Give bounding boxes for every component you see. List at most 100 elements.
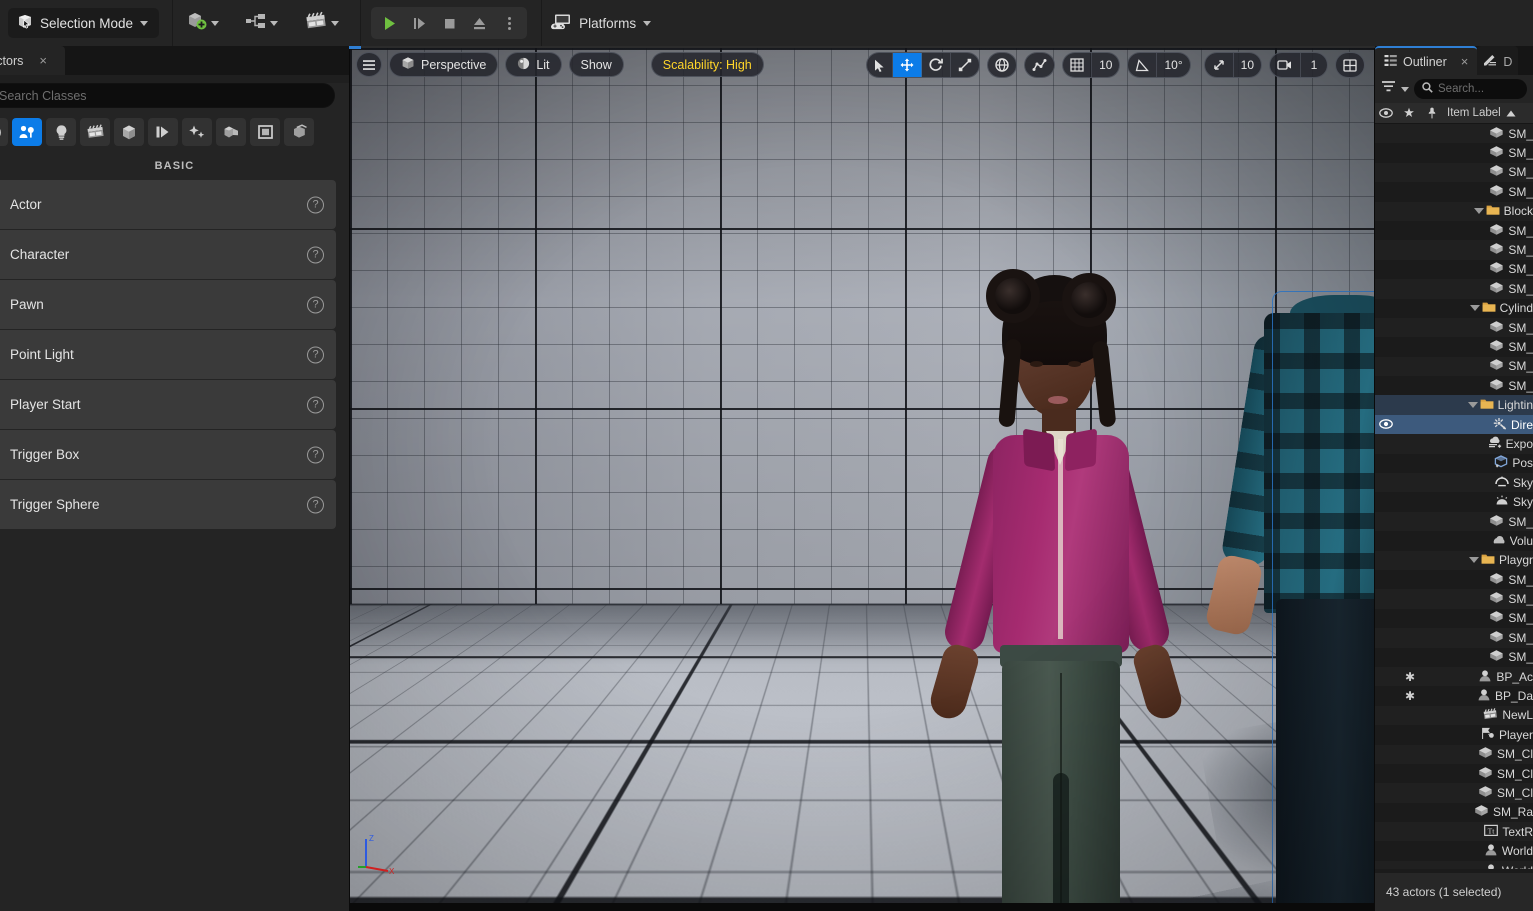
viewport-menu-button[interactable] [356, 52, 382, 77]
category-lights[interactable] [46, 118, 76, 146]
create-actor-button[interactable] [180, 6, 225, 40]
outliner-folder-row[interactable]: Lightin [1375, 395, 1533, 415]
list-item[interactable]: Actor ? [0, 180, 336, 229]
angle-snap-button[interactable] [1128, 53, 1158, 77]
expand-arrow-icon[interactable] [1467, 402, 1478, 409]
outliner-actor-row[interactable]: ✱ BP_Ac [1375, 666, 1533, 687]
help-icon[interactable]: ? [307, 196, 324, 213]
help-icon[interactable]: ? [307, 246, 324, 263]
tab-details[interactable]: D [1477, 46, 1519, 75]
outliner-actor-row[interactable]: SM_ [1375, 259, 1533, 280]
surface-snap-button[interactable] [1025, 53, 1054, 77]
camera-speed-button[interactable] [1270, 53, 1301, 77]
rotate-tool-button[interactable] [922, 53, 952, 77]
grid-snap-value[interactable]: 10 [1092, 53, 1119, 77]
outliner-actor-row[interactable]: SM_Cl [1375, 783, 1533, 803]
outliner-actor-row[interactable]: SM_ [1375, 589, 1533, 609]
star-icon[interactable] [1397, 107, 1421, 119]
outliner-actor-row[interactable]: SM_ [1375, 608, 1533, 629]
outliner-actor-row[interactable]: NewL [1375, 705, 1533, 726]
outliner-actor-row[interactable]: SM_ [1375, 647, 1533, 667]
select-tool-button[interactable] [867, 53, 894, 77]
camera-perspective-button[interactable]: Perspective [389, 52, 499, 77]
play-options-button[interactable] [494, 8, 524, 38]
search-classes-input[interactable]: Search Classes [0, 83, 335, 108]
platforms-button[interactable]: Platforms [542, 6, 659, 40]
category-basic[interactable] [12, 118, 42, 146]
play-button[interactable] [374, 8, 404, 38]
outliner-actor-row[interactable]: SM_ [1375, 182, 1533, 202]
outliner-actor-row[interactable]: SM_Ra [1375, 802, 1533, 823]
metahuman-character-primary[interactable] [890, 253, 1361, 903]
viewport-render[interactable]: Z X [350, 48, 1374, 903]
outliner-actor-row[interactable]: SM_ [1375, 279, 1533, 299]
outliner-actor-row[interactable]: ✱ BP_Da [1375, 686, 1533, 706]
list-item[interactable]: Trigger Sphere ? [0, 480, 336, 529]
viewport-layout-button[interactable] [1336, 53, 1364, 77]
chevron-down-icon[interactable] [140, 20, 149, 26]
outliner-actor-row[interactable]: Pos [1375, 453, 1533, 474]
blueprints-button[interactable] [239, 6, 284, 40]
filter-icon[interactable] [1381, 80, 1396, 98]
chevron-down-icon[interactable] [331, 20, 340, 26]
outliner-folder-row[interactable]: Cylind [1375, 298, 1533, 318]
camera-speed-value[interactable]: 1 [1301, 53, 1327, 77]
outliner-actor-row[interactable]: Player [1375, 725, 1533, 745]
outliner-actor-row[interactable]: Expo [1375, 434, 1533, 454]
outliner-actor-row[interactable]: SM_ [1375, 220, 1533, 241]
grid-snap-button[interactable] [1063, 53, 1093, 77]
outliner-actor-row[interactable]: Tt TextR [1375, 822, 1533, 842]
cinematics-button[interactable] [298, 6, 345, 40]
chevron-down-icon[interactable] [1401, 86, 1409, 92]
close-icon[interactable]: × [1461, 54, 1469, 69]
expand-arrow-icon[interactable] [1473, 208, 1484, 215]
outliner-actor-row[interactable]: Sky [1375, 492, 1533, 512]
eye-icon[interactable] [1375, 108, 1397, 118]
outliner-folder-row[interactable]: Playgr [1375, 550, 1533, 570]
outliner-actor-row[interactable]: SM_ [1375, 162, 1533, 183]
help-icon[interactable]: ? [307, 396, 324, 413]
outliner-actor-row[interactable]: SM_Cl [1375, 744, 1533, 764]
outliner-actor-row[interactable]: World [1375, 841, 1533, 861]
category-cinematic[interactable] [80, 118, 110, 146]
star-icon[interactable]: ✱ [1405, 670, 1415, 684]
chevron-down-icon[interactable] [211, 20, 220, 26]
outliner-actor-row[interactable]: SM_ [1375, 569, 1533, 590]
move-tool-button[interactable] [893, 53, 923, 77]
skip-frame-button[interactable] [404, 8, 434, 38]
tab-place-actors[interactable]: Place Actors × [0, 46, 65, 75]
list-item[interactable]: Player Start ? [0, 380, 336, 429]
category-volumes[interactable] [182, 118, 212, 146]
category-geometry[interactable] [216, 118, 246, 146]
metahuman-character-secondary[interactable] [1198, 291, 1374, 903]
list-item[interactable]: Trigger Box ? [0, 430, 336, 479]
stop-button[interactable] [434, 8, 464, 38]
outliner-actor-row[interactable]: SM_ [1375, 240, 1533, 260]
scalability-button[interactable]: Scalability: High [650, 52, 764, 77]
help-icon[interactable]: ? [307, 446, 324, 463]
category-all-classes[interactable] [250, 118, 280, 146]
expand-arrow-icon[interactable] [1469, 305, 1480, 312]
tab-outliner[interactable]: Outliner × [1375, 46, 1478, 75]
category-recently-placed[interactable] [0, 118, 8, 146]
category-visual-effects[interactable] [148, 118, 178, 146]
outliner-search-input[interactable]: Search... [1414, 79, 1527, 99]
outliner-actor-row[interactable]: SM_ [1375, 628, 1533, 648]
sort-ascending-icon[interactable] [1506, 110, 1516, 117]
outliner-actor-row[interactable]: SM_ [1375, 337, 1533, 357]
angle-snap-value[interactable]: 10° [1157, 53, 1189, 77]
scale-snap-button[interactable] [1205, 53, 1234, 77]
outliner-actor-row[interactable]: SM_ [1375, 143, 1533, 163]
category-more[interactable] [284, 118, 314, 146]
level-viewport[interactable]: Z X Perspective Lit Show Scalability: Hi… [349, 46, 1375, 911]
help-icon[interactable]: ? [307, 496, 324, 513]
outliner-tree[interactable]: SM_ SM_ SM_ SM_ Block SM_ SM_ SM_ SM_ Cylind SM_ SM… [1375, 124, 1533, 869]
outliner-actor-row[interactable]: SM_Cl [1375, 763, 1533, 784]
category-shapes[interactable] [114, 118, 144, 146]
outliner-actor-row[interactable]: Volu [1375, 531, 1533, 551]
eye-icon[interactable] [1379, 418, 1393, 432]
selection-mode-button[interactable]: Selection Mode [8, 8, 160, 38]
outliner-actor-row[interactable]: SM_ [1375, 356, 1533, 377]
show-flags-button[interactable]: Show [568, 52, 624, 77]
chevron-down-icon[interactable] [270, 20, 279, 26]
